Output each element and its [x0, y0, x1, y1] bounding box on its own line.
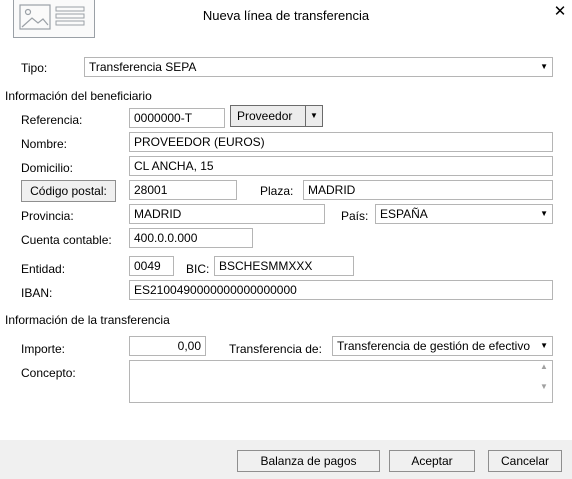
scroll-down-icon[interactable]: ▼: [537, 382, 551, 391]
cancelar-button[interactable]: Cancelar: [488, 450, 562, 472]
iban-label: IBAN:: [21, 286, 53, 300]
entidad-label: Entidad:: [21, 262, 66, 276]
pais-value: ESPAÑA: [380, 207, 428, 221]
concepto-scrollbar[interactable]: ▲ ▼: [537, 362, 551, 401]
referencia-input[interactable]: 0000000-T: [129, 108, 225, 128]
plaza-input[interactable]: MADRID: [303, 180, 553, 200]
cuenta-contable-label: Cuenta contable:: [21, 233, 112, 247]
tipo-value: Transferencia SEPA: [89, 60, 197, 74]
section-title-transferencia: Información de la transferencia: [5, 313, 170, 327]
aceptar-button[interactable]: Aceptar: [389, 450, 475, 472]
pais-label: País:: [341, 209, 369, 223]
proveedor-dropdown-button[interactable]: Proveedor ▼: [230, 105, 323, 127]
codigo-postal-button[interactable]: Código postal:: [21, 180, 116, 202]
balanza-de-pagos-button[interactable]: Balanza de pagos: [237, 450, 380, 472]
referencia-label: Referencia:: [21, 113, 83, 127]
concepto-textarea[interactable]: ▲ ▼: [129, 360, 553, 403]
section-title-beneficiario: Información del beneficiario: [5, 89, 152, 103]
provincia-input[interactable]: MADRID: [129, 204, 325, 224]
domicilio-input[interactable]: CL ANCHA, 15: [129, 156, 553, 176]
concepto-label: Concepto:: [21, 366, 76, 380]
plaza-label: Plaza:: [260, 184, 294, 198]
chevron-down-icon: ▼: [540, 62, 548, 71]
scroll-up-icon[interactable]: ▲: [537, 362, 551, 371]
proveedor-label: Proveedor: [237, 109, 293, 123]
cuenta-contable-input[interactable]: 400.0.0.000: [129, 228, 253, 248]
chevron-down-icon: ▼: [305, 106, 322, 126]
close-icon[interactable]: ✕: [551, 3, 569, 21]
bic-label: BIC:: [186, 262, 210, 276]
entidad-input[interactable]: 0049: [129, 256, 174, 276]
codigo-postal-input[interactable]: 28001: [129, 180, 237, 200]
provincia-label: Provincia:: [21, 209, 74, 223]
transferencia-de-label: Transferencia de:: [229, 342, 322, 356]
tipo-select[interactable]: Transferencia SEPA ▼: [84, 57, 553, 77]
nombre-input[interactable]: PROVEEDOR (EUROS): [129, 132, 553, 152]
iban-input[interactable]: ES2100490000000000000000: [129, 280, 553, 300]
pais-select[interactable]: ESPAÑA ▼: [375, 204, 553, 224]
importe-input[interactable]: 0,00: [129, 336, 206, 356]
window-title: Nueva línea de transferencia: [202, 8, 370, 23]
nombre-label: Nombre:: [21, 137, 68, 151]
bic-input[interactable]: BSCHESMMXXX: [214, 256, 354, 276]
tipo-label: Tipo:: [21, 61, 48, 75]
chevron-down-icon: ▼: [540, 341, 548, 350]
domicilio-label: Domicilio:: [21, 161, 74, 175]
transferencia-de-select[interactable]: Transferencia de gestión de efectivo ▼: [332, 336, 553, 356]
transferencia-de-value: Transferencia de gestión de efectivo: [337, 339, 531, 353]
chevron-down-icon: ▼: [540, 209, 548, 218]
importe-label: Importe:: [21, 342, 66, 356]
